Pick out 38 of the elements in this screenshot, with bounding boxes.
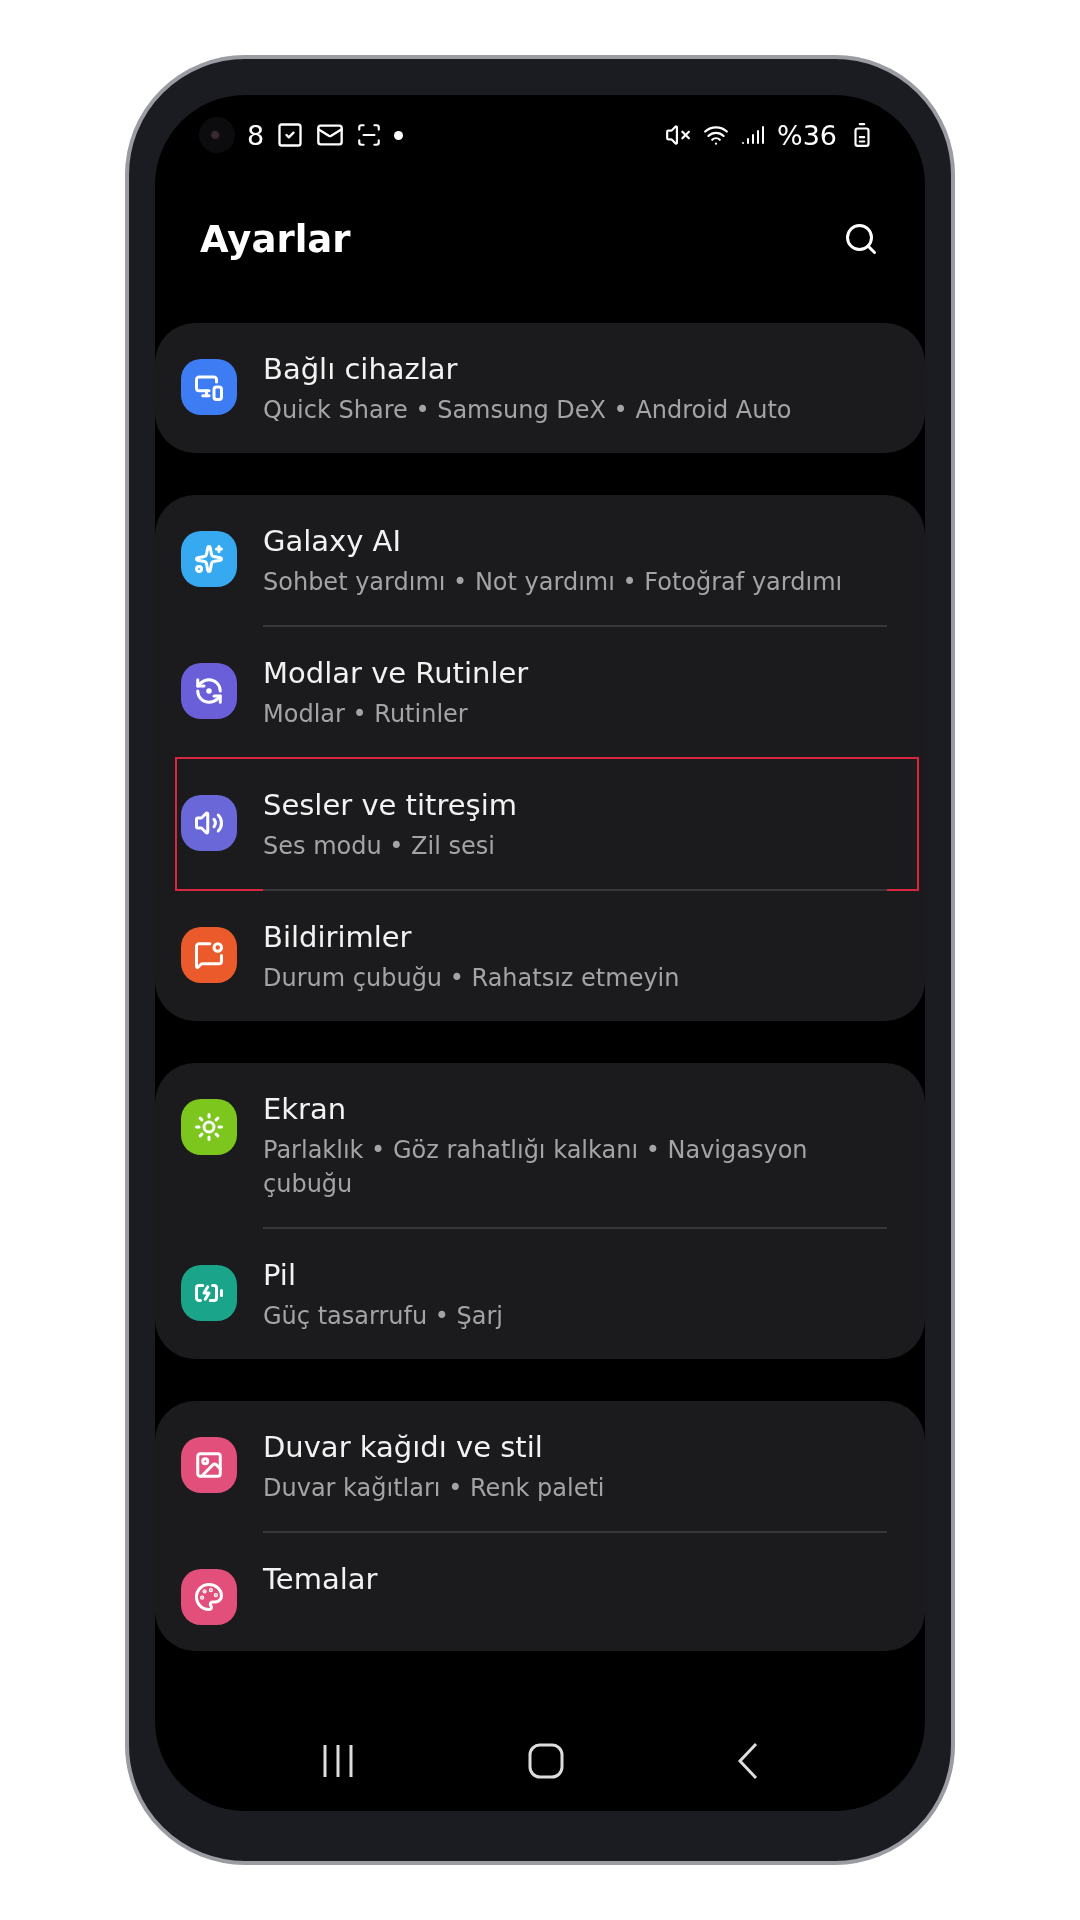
- item-title: Galaxy AI: [263, 523, 402, 560]
- settings-item[interactable]: Bildirimler Durum çubuğu • Rahatsız etmeyin: [177, 891, 917, 1021]
- item-title: Duvar kağıdı ve stil: [263, 1429, 544, 1466]
- battery-percent: %36: [777, 119, 837, 151]
- item-title: Temalar: [263, 1561, 379, 1598]
- page-title: Ayarlar: [200, 217, 351, 261]
- item-subtitle: Güç tasarrufu • Şarj: [263, 1301, 505, 1332]
- settings-item[interactable]: Temalar: [177, 1533, 917, 1651]
- item-subtitle: Ses modu • Zil sesi: [263, 831, 496, 862]
- status-time: 8: [247, 119, 265, 151]
- item-title: Ekran: [263, 1091, 348, 1128]
- item-title: Sesler ve titreşim: [263, 787, 518, 824]
- highlighted-settings-item[interactable]: Sesler ve titreşim Ses modu • Zil sesi: [177, 759, 917, 889]
- dot-icon: [394, 130, 404, 140]
- settings-item[interactable]: Ekran Parlaklık • Göz rahatlığı kalkanı • Navigasyon çubuğu: [177, 1063, 917, 1227]
- mute-icon: [665, 122, 691, 148]
- item-subtitle: Sohbet yardımı • Not yardımı • Fotoğraf yardımı: [263, 567, 844, 598]
- item-subtitle: Modlar • Rutinler: [263, 699, 469, 730]
- signal-icon: [741, 123, 765, 147]
- home-icon[interactable]: [528, 1743, 564, 1779]
- item-subtitle: Durum çubuğu • Rahatsız etmeyin: [263, 963, 681, 994]
- item-title: Bildirimler: [263, 919, 413, 956]
- item-title: Modlar ve Rutinler: [263, 655, 530, 692]
- checkbox-icon: [276, 121, 305, 149]
- item-subtitle: Quick Share • Samsung DeX • Android Auto: [263, 395, 793, 426]
- settings-item[interactable]: Duvar kağıdı ve stil Duvar kağıtları • Renk paleti: [177, 1401, 917, 1531]
- back-icon[interactable]: [736, 1742, 759, 1780]
- screen-record-icon: [356, 122, 383, 148]
- settings-item[interactable]: Bağlı cihazlar Quick Share • Samsung DeX • Android Auto: [177, 323, 917, 453]
- search-icon[interactable]: [843, 221, 879, 257]
- settings-item[interactable]: Modlar ve Rutinler Modlar • Rutinler: [177, 627, 917, 757]
- item-title: Pil: [263, 1257, 297, 1294]
- item-title: Bağlı cihazlar: [263, 351, 459, 388]
- item-subtitle: Duvar kağıtları • Renk paleti: [263, 1473, 606, 1504]
- settings-item[interactable]: Galaxy AI Sohbet yardımı • Not yardımı • Fotoğraf yardımı: [177, 495, 917, 625]
- settings-item[interactable]: Pil Güç tasarrufu • Şarj: [177, 1229, 917, 1359]
- item-subtitle: Parlaklık • Göz rahatlığı kalkanı • Navigasyon çubuğu: [263, 1135, 809, 1200]
- camera-hole-icon: [199, 117, 235, 153]
